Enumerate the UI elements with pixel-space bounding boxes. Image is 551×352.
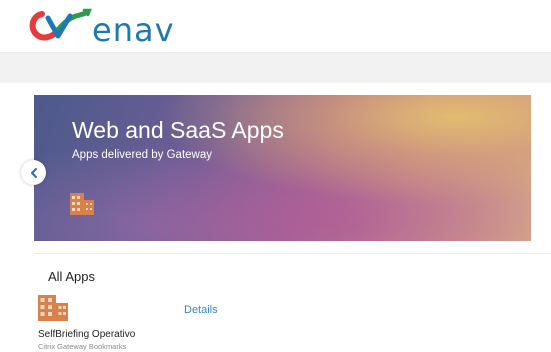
all-apps-heading: All Apps	[48, 269, 95, 284]
storefront-page: enav Web and SaaS Apps Apps delivered by…	[0, 0, 551, 352]
building-icon	[70, 193, 94, 215]
app-type: Citrix Gateway Bookmarks	[38, 342, 127, 351]
banner-title: Web and SaaS Apps	[72, 117, 284, 143]
enav-logo-mark-icon	[29, 8, 92, 41]
enav-logo[interactable]: enav	[28, 6, 228, 50]
nav-bar	[0, 52, 551, 84]
app-name[interactable]: SelfBriefing Operativo	[38, 329, 135, 340]
enav-logo-text: enav	[92, 11, 175, 49]
main-content: Web and SaaS Apps Apps delivered by Gate…	[0, 83, 551, 352]
building-icon[interactable]	[38, 295, 68, 321]
section-divider	[34, 253, 551, 254]
header: enav	[0, 0, 551, 52]
app-tile[interactable]: Details SelfBriefing Operativo Citrix Ga…	[38, 295, 238, 352]
banner-subtitle: Apps delivered by Gateway	[72, 149, 212, 161]
app-details-link[interactable]: Details	[184, 304, 218, 316]
chevron-left-icon	[30, 167, 37, 178]
carousel-prev-button[interactable]	[21, 160, 46, 185]
featured-banner[interactable]: Web and SaaS Apps Apps delivered by Gate…	[34, 95, 531, 241]
